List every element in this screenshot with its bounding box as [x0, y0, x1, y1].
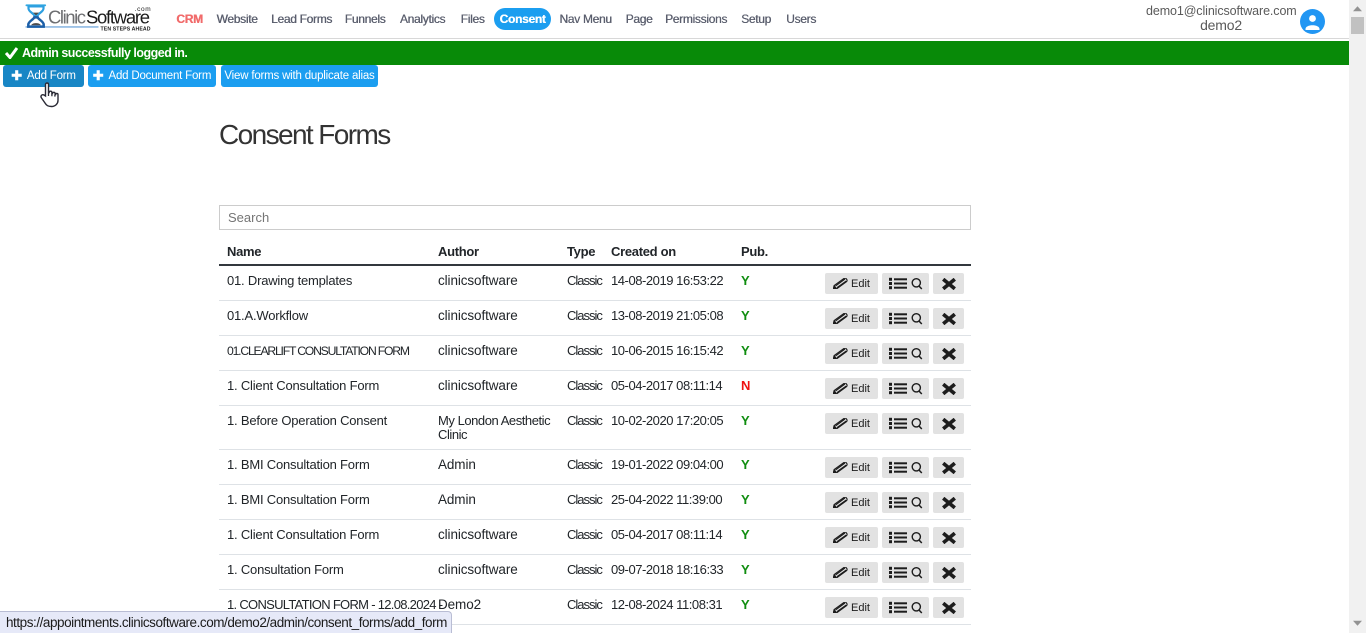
- svg-text:Clinic: Clinic: [48, 7, 86, 28]
- svg-text:.com: .com: [135, 6, 151, 13]
- svg-text:TEN STEPS AHEAD: TEN STEPS AHEAD: [101, 27, 151, 33]
